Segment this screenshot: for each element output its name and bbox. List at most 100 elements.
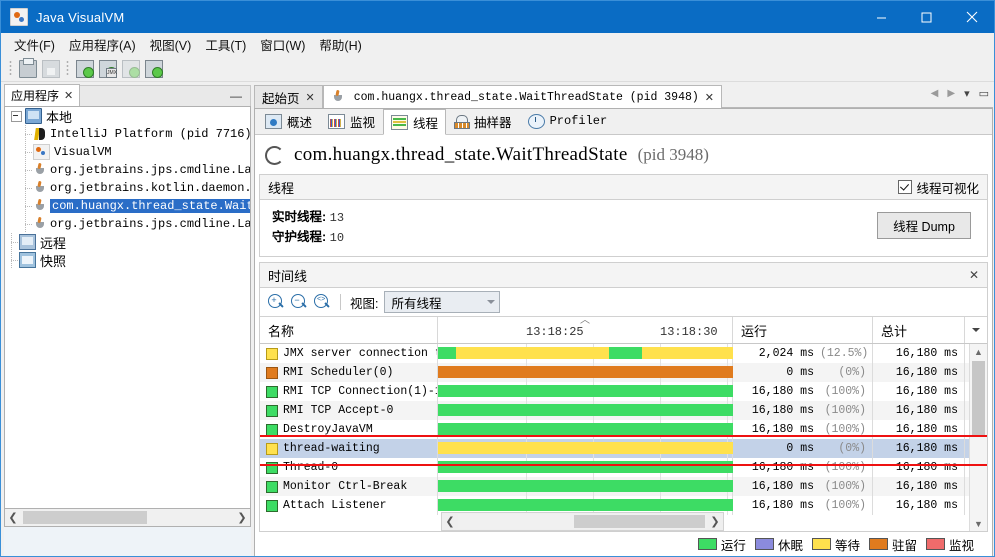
table-row[interactable]: RMI TCP Connection(1)-192.1 16,180 ms (100… (260, 382, 987, 401)
tab-monitor[interactable]: 监视 (320, 109, 383, 134)
col-total[interactable]: 总计 (873, 317, 965, 343)
tab-list-icon[interactable]: ▾ (964, 87, 970, 100)
col-name[interactable]: 名称 (260, 317, 438, 343)
table-rows-viewport[interactable]: JMX server connection time 2,024 ms (12.5%… (260, 344, 987, 531)
menu-view[interactable]: 视图(V) (143, 33, 199, 56)
menu-bar: 文件(F) 应用程序(A) 视图(V) 工具(T) 窗口(W) 帮助(H) (1, 33, 994, 55)
add-remote-host-button[interactable] (119, 57, 141, 79)
table-row[interactable]: DestroyJavaVM 16,180 ms (100%) 16,180 ms (260, 420, 987, 439)
col-timeline[interactable]: ︿ 13:18:25 13:18:30 (438, 317, 733, 343)
zoom-fit-icon[interactable]: <> (314, 293, 331, 311)
scroll-right-icon[interactable]: ❯ (234, 511, 250, 524)
tree-item-8[interactable]: 快照 (5, 251, 250, 269)
zoom-in-icon[interactable]: + (268, 293, 285, 311)
tree-expand-toggle[interactable] (11, 110, 22, 122)
column-menu-icon[interactable] (965, 317, 987, 343)
visualize-threads-checkbox[interactable]: 线程可视化 (898, 178, 979, 197)
print-button[interactable] (16, 57, 38, 79)
save-button[interactable] (39, 57, 61, 79)
tab-threads[interactable]: 线程 (383, 109, 447, 135)
tab-profiler[interactable]: Profiler (520, 109, 616, 134)
tab-prev-icon[interactable]: ◀ (931, 88, 939, 99)
checkbox-icon[interactable] (898, 180, 913, 194)
col-running[interactable]: 运行 (733, 317, 873, 343)
timeline-section-header: 时间线 ✕ (260, 263, 987, 288)
timeline-hscroll-track[interactable] (458, 514, 707, 529)
live-threads-label: 实时线程: (272, 210, 327, 224)
table-vscroll-thumb[interactable] (972, 361, 985, 437)
timeline-hscroll-thumb[interactable] (574, 515, 705, 528)
tree-item-3[interactable]: org.jetbrains.jps.cmdline.Launc (5, 161, 250, 179)
menu-applications[interactable]: 应用程序(A) (62, 33, 143, 56)
tab-next-icon[interactable]: ▶ (947, 88, 955, 99)
menu-tools[interactable]: 工具(T) (198, 33, 253, 56)
add-jmx-connection-button[interactable]: JMX (96, 57, 118, 79)
close-icon[interactable]: ✕ (969, 268, 979, 282)
tab-start-page[interactable]: 起始页 ✕ (254, 85, 323, 108)
floppy-disk-icon (42, 60, 60, 78)
tree-item-1[interactable]: IntelliJ Platform (pid 7716) (5, 125, 250, 143)
tab-sampler[interactable]: 抽样器 (446, 109, 520, 134)
thread-name-label: Attach Listener (283, 499, 387, 512)
tree-item-5[interactable]: com.huangx.thread_state.WaitThr (5, 197, 250, 215)
maximize-icon[interactable] (904, 1, 949, 33)
applications-tree[interactable]: 本地 IntelliJ Platform (pid 7716) VisualVM or… (4, 106, 251, 509)
main-body: 应用程序 ✕ — 本地 IntelliJ Platform (pid 7716) V… (1, 82, 994, 556)
table-row[interactable]: JMX server connection time 2,024 ms (12.5%… (260, 344, 987, 363)
thread-name-label: JMX server connection time (283, 347, 437, 360)
scroll-up-icon[interactable]: ▲ (970, 344, 987, 359)
close-icon[interactable]: ✕ (306, 91, 315, 104)
threads-view: 概述 监视 线程 抽样器 Profiler com.huangx.thread_… (254, 108, 993, 556)
close-icon[interactable] (949, 1, 994, 33)
tab-maximize-icon[interactable]: ▭ (979, 87, 989, 100)
tree-item-4[interactable]: org.jetbrains.kotlin.daemon.Kot (5, 179, 250, 197)
timeline-hscrollbar[interactable]: ❮ ❯ (441, 512, 724, 531)
cell-running: 16,180 ms (100%) (733, 477, 873, 496)
tree-item-label: 本地 (46, 109, 73, 125)
threads-section-body: 实时线程: 13 守护线程: 10 线程 Dump (260, 200, 987, 256)
tree-item-7[interactable]: 远程 (5, 233, 250, 251)
sidebar-hscrollbar[interactable]: ❮ ❯ (4, 509, 251, 527)
timeline-bar-waiting (455, 347, 610, 359)
menu-file[interactable]: 文件(F) (7, 33, 62, 56)
table-row[interactable]: Monitor Ctrl-Break 16,180 ms (100%) 16,180 … (260, 477, 987, 496)
close-icon[interactable]: ✕ (705, 91, 714, 104)
timeline-section: 时间线 ✕ + − <> 视图: 所有线程 名称 ︿ 13:18:25 13:1… (259, 262, 988, 532)
table-vscrollbar[interactable]: ▲ ▼ (969, 344, 987, 531)
tree-item-label: 远程 (40, 235, 67, 251)
tab-applications[interactable]: 应用程序 ✕ (4, 84, 81, 106)
sidebar-hscroll-thumb[interactable] (23, 511, 147, 524)
tab-overview[interactable]: 概述 (257, 109, 320, 134)
tree-item-0[interactable]: 本地 (5, 107, 250, 125)
daemon-threads-label: 守护线程: (272, 230, 327, 244)
scroll-right-icon[interactable]: ❯ (707, 515, 723, 528)
thread-state-swatch-icon (266, 404, 278, 417)
table-row[interactable]: RMI Scheduler(0) 0 ms (0%) 16,180 ms (260, 363, 987, 382)
cell-total: 16,180 ms (873, 477, 965, 496)
view-select[interactable]: 所有线程 (384, 291, 501, 313)
tree-item-6[interactable]: org.jetbrains.jps.cmdline.Launc (5, 215, 250, 233)
close-icon[interactable]: ✕ (64, 89, 73, 102)
table-row[interactable]: Thread-0 16,180 ms (100%) 16,180 ms (260, 458, 987, 477)
running-percent: (100%) (824, 499, 866, 512)
timeline-bar-running (438, 480, 733, 492)
tab-waitthreadstate[interactable]: com.huangx.thread_state.WaitThreadState … (322, 85, 723, 108)
tree-item-2[interactable]: VisualVM (5, 143, 250, 161)
zoom-out-icon[interactable]: − (291, 293, 308, 311)
thread-dump-button[interactable]: 线程 Dump (877, 212, 971, 239)
menu-window[interactable]: 窗口(W) (253, 33, 312, 56)
cell-running: 2,024 ms (12.5%) (733, 344, 873, 363)
table-row[interactable]: RMI TCP Accept-0 16,180 ms (100%) 16,180 ms (260, 401, 987, 420)
scroll-down-icon[interactable]: ▼ (970, 516, 987, 531)
sidebar-hscroll-track[interactable] (21, 510, 234, 525)
add-host-button[interactable] (73, 57, 95, 79)
table-row[interactable]: thread-waiting 0 ms (0%) 16,180 ms (260, 439, 987, 458)
toolbar-grip-2 (66, 60, 69, 76)
minimize-icon[interactable] (859, 1, 904, 33)
scroll-left-icon[interactable]: ❮ (5, 511, 21, 524)
scroll-left-icon[interactable]: ❮ (442, 515, 458, 528)
local-monitor-icon (25, 108, 42, 124)
load-snapshot-button[interactable] (142, 57, 164, 79)
minimize-panel-icon[interactable]: — (230, 89, 242, 103)
menu-help[interactable]: 帮助(H) (312, 33, 368, 56)
